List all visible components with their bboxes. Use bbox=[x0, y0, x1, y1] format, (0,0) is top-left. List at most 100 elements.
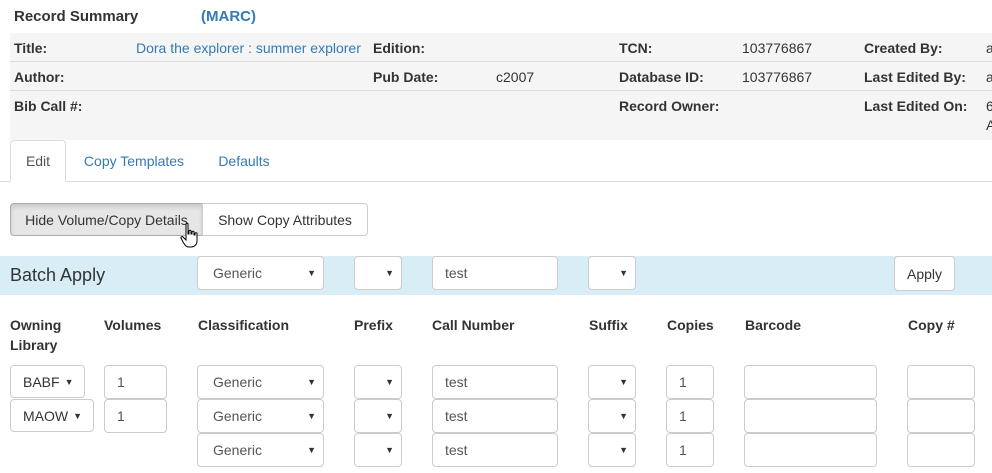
created-by-label: Created By: bbox=[864, 40, 943, 56]
owning-library-value: BABF bbox=[23, 373, 60, 390]
copies-value: 1 bbox=[679, 408, 687, 424]
copy-number-input[interactable] bbox=[907, 433, 975, 467]
caret-down-icon: ▼ bbox=[307, 377, 316, 387]
col-owning-library: Owning Library bbox=[10, 315, 61, 355]
tab-edit[interactable]: Edit bbox=[10, 140, 66, 182]
last-edited-by-label: Last Edited By: bbox=[864, 69, 966, 85]
tcn-value: 103776867 bbox=[742, 40, 813, 56]
caret-down-icon: ▼ bbox=[385, 445, 394, 455]
tcn-label: TCN: bbox=[619, 40, 653, 56]
summary-row-divider bbox=[10, 61, 992, 62]
caret-down-icon: ▼ bbox=[73, 410, 83, 421]
col-call-number: Call Number bbox=[432, 317, 515, 333]
last-edited-on-label: Last Edited On: bbox=[864, 98, 968, 114]
classification-value: Generic bbox=[213, 442, 263, 458]
volumes-input[interactable]: 1 bbox=[104, 399, 167, 433]
batch-classification-value: Generic bbox=[213, 265, 263, 281]
last-edited-on-value: 6 bbox=[986, 98, 992, 114]
suffix-select[interactable]: ▼ bbox=[588, 365, 636, 399]
pub-date-value: c2007 bbox=[496, 69, 535, 85]
copies-value: 1 bbox=[679, 374, 687, 390]
caret-down-icon: ▼ bbox=[307, 411, 316, 421]
owning-library-dropdown[interactable]: MAOW ▼ bbox=[10, 399, 94, 432]
prefix-select[interactable]: ▼ bbox=[354, 399, 402, 433]
call-number-input[interactable]: test bbox=[432, 399, 558, 433]
copy-number-input[interactable] bbox=[907, 399, 975, 433]
last-edited-by-value: a bbox=[986, 69, 992, 85]
caret-down-icon: ▼ bbox=[619, 268, 628, 278]
copy-number-input[interactable] bbox=[907, 365, 975, 399]
hide-volume-copy-details-button[interactable]: Hide Volume/Copy Details bbox=[10, 203, 203, 236]
caret-down-icon: ▼ bbox=[385, 268, 394, 278]
caret-down-icon: ▼ bbox=[307, 445, 316, 455]
owning-library-dropdown[interactable]: BABF ▼ bbox=[10, 365, 85, 398]
last-edited-on-value-cont: A bbox=[986, 117, 992, 133]
copies-input[interactable]: 1 bbox=[666, 399, 714, 433]
record-summary-title: Record Summary bbox=[14, 8, 139, 25]
copies-input[interactable]: 1 bbox=[666, 365, 714, 399]
col-suffix: Suffix bbox=[589, 317, 628, 333]
suffix-select[interactable]: ▼ bbox=[588, 399, 636, 433]
caret-down-icon: ▼ bbox=[307, 268, 316, 278]
batch-classification-select[interactable]: Generic ▼ bbox=[197, 256, 324, 290]
classification-select[interactable]: Generic ▼ bbox=[197, 399, 324, 433]
classification-value: Generic bbox=[213, 374, 263, 390]
call-number-input[interactable]: test bbox=[432, 433, 558, 467]
author-label: Author: bbox=[14, 69, 65, 85]
title-value-link[interactable]: Dora the explorer : summer explorer bbox=[136, 40, 361, 56]
tab-copy-templates[interactable]: Copy Templates bbox=[72, 140, 196, 182]
batch-call-number-input[interactable]: test bbox=[432, 256, 558, 290]
barcode-input[interactable] bbox=[744, 433, 877, 467]
col-classification: Classification bbox=[198, 317, 290, 333]
col-copies: Copies bbox=[667, 317, 714, 333]
call-number-input[interactable]: test bbox=[432, 365, 558, 399]
copies-value: 1 bbox=[679, 442, 687, 458]
barcode-input[interactable] bbox=[744, 399, 877, 433]
classification-value: Generic bbox=[213, 408, 263, 424]
volumes-value: 1 bbox=[117, 374, 125, 390]
col-barcode: Barcode bbox=[745, 317, 802, 333]
caret-down-icon: ▼ bbox=[385, 411, 394, 421]
prefix-select[interactable]: ▼ bbox=[354, 365, 402, 399]
suffix-select[interactable]: ▼ bbox=[588, 433, 636, 467]
tab-defaults[interactable]: Defaults bbox=[204, 140, 284, 182]
call-number-value: test bbox=[445, 408, 468, 424]
col-copy-number: Copy # bbox=[908, 317, 955, 333]
bib-call-label: Bib Call #: bbox=[14, 98, 83, 114]
summary-row-divider bbox=[10, 90, 992, 91]
marc-link[interactable]: (MARC) bbox=[201, 8, 256, 25]
title-label: Title: bbox=[14, 40, 48, 56]
prefix-select[interactable]: ▼ bbox=[354, 433, 402, 467]
classification-select[interactable]: Generic ▼ bbox=[197, 433, 324, 467]
record-owner-label: Record Owner: bbox=[619, 98, 720, 114]
col-owning-library-line1: Owning bbox=[10, 317, 62, 333]
show-copy-attributes-button[interactable]: Show Copy Attributes bbox=[202, 203, 368, 236]
call-number-value: test bbox=[445, 374, 468, 390]
col-owning-library-line2: Library bbox=[10, 337, 58, 353]
caret-down-icon: ▼ bbox=[619, 377, 628, 387]
caret-down-icon: ▼ bbox=[619, 411, 628, 421]
volumes-input[interactable]: 1 bbox=[104, 365, 167, 399]
batch-suffix-select[interactable]: ▼ bbox=[588, 256, 636, 290]
barcode-input[interactable] bbox=[744, 365, 877, 399]
edition-label: Edition: bbox=[373, 40, 426, 56]
database-id-label: Database ID: bbox=[619, 69, 704, 85]
volumes-value: 1 bbox=[117, 408, 125, 424]
col-volumes: Volumes bbox=[104, 317, 162, 333]
owning-library-value: MAOW bbox=[23, 407, 69, 424]
hand-pointer-icon bbox=[180, 222, 198, 248]
classification-select[interactable]: Generic ▼ bbox=[197, 365, 324, 399]
col-prefix: Prefix bbox=[354, 317, 393, 333]
pub-date-label: Pub Date: bbox=[373, 69, 439, 85]
caret-down-icon: ▼ bbox=[385, 377, 394, 387]
call-number-value: test bbox=[445, 442, 468, 458]
batch-prefix-select[interactable]: ▼ bbox=[354, 256, 402, 290]
batch-call-number-value: test bbox=[445, 265, 468, 281]
batch-apply-title: Batch Apply bbox=[10, 265, 106, 285]
copies-input[interactable]: 1 bbox=[666, 433, 714, 467]
caret-down-icon: ▼ bbox=[64, 376, 74, 387]
database-id-value: 103776867 bbox=[742, 69, 813, 85]
apply-button[interactable]: Apply bbox=[894, 256, 955, 291]
created-by-value: a bbox=[986, 40, 992, 56]
caret-down-icon: ▼ bbox=[619, 445, 628, 455]
